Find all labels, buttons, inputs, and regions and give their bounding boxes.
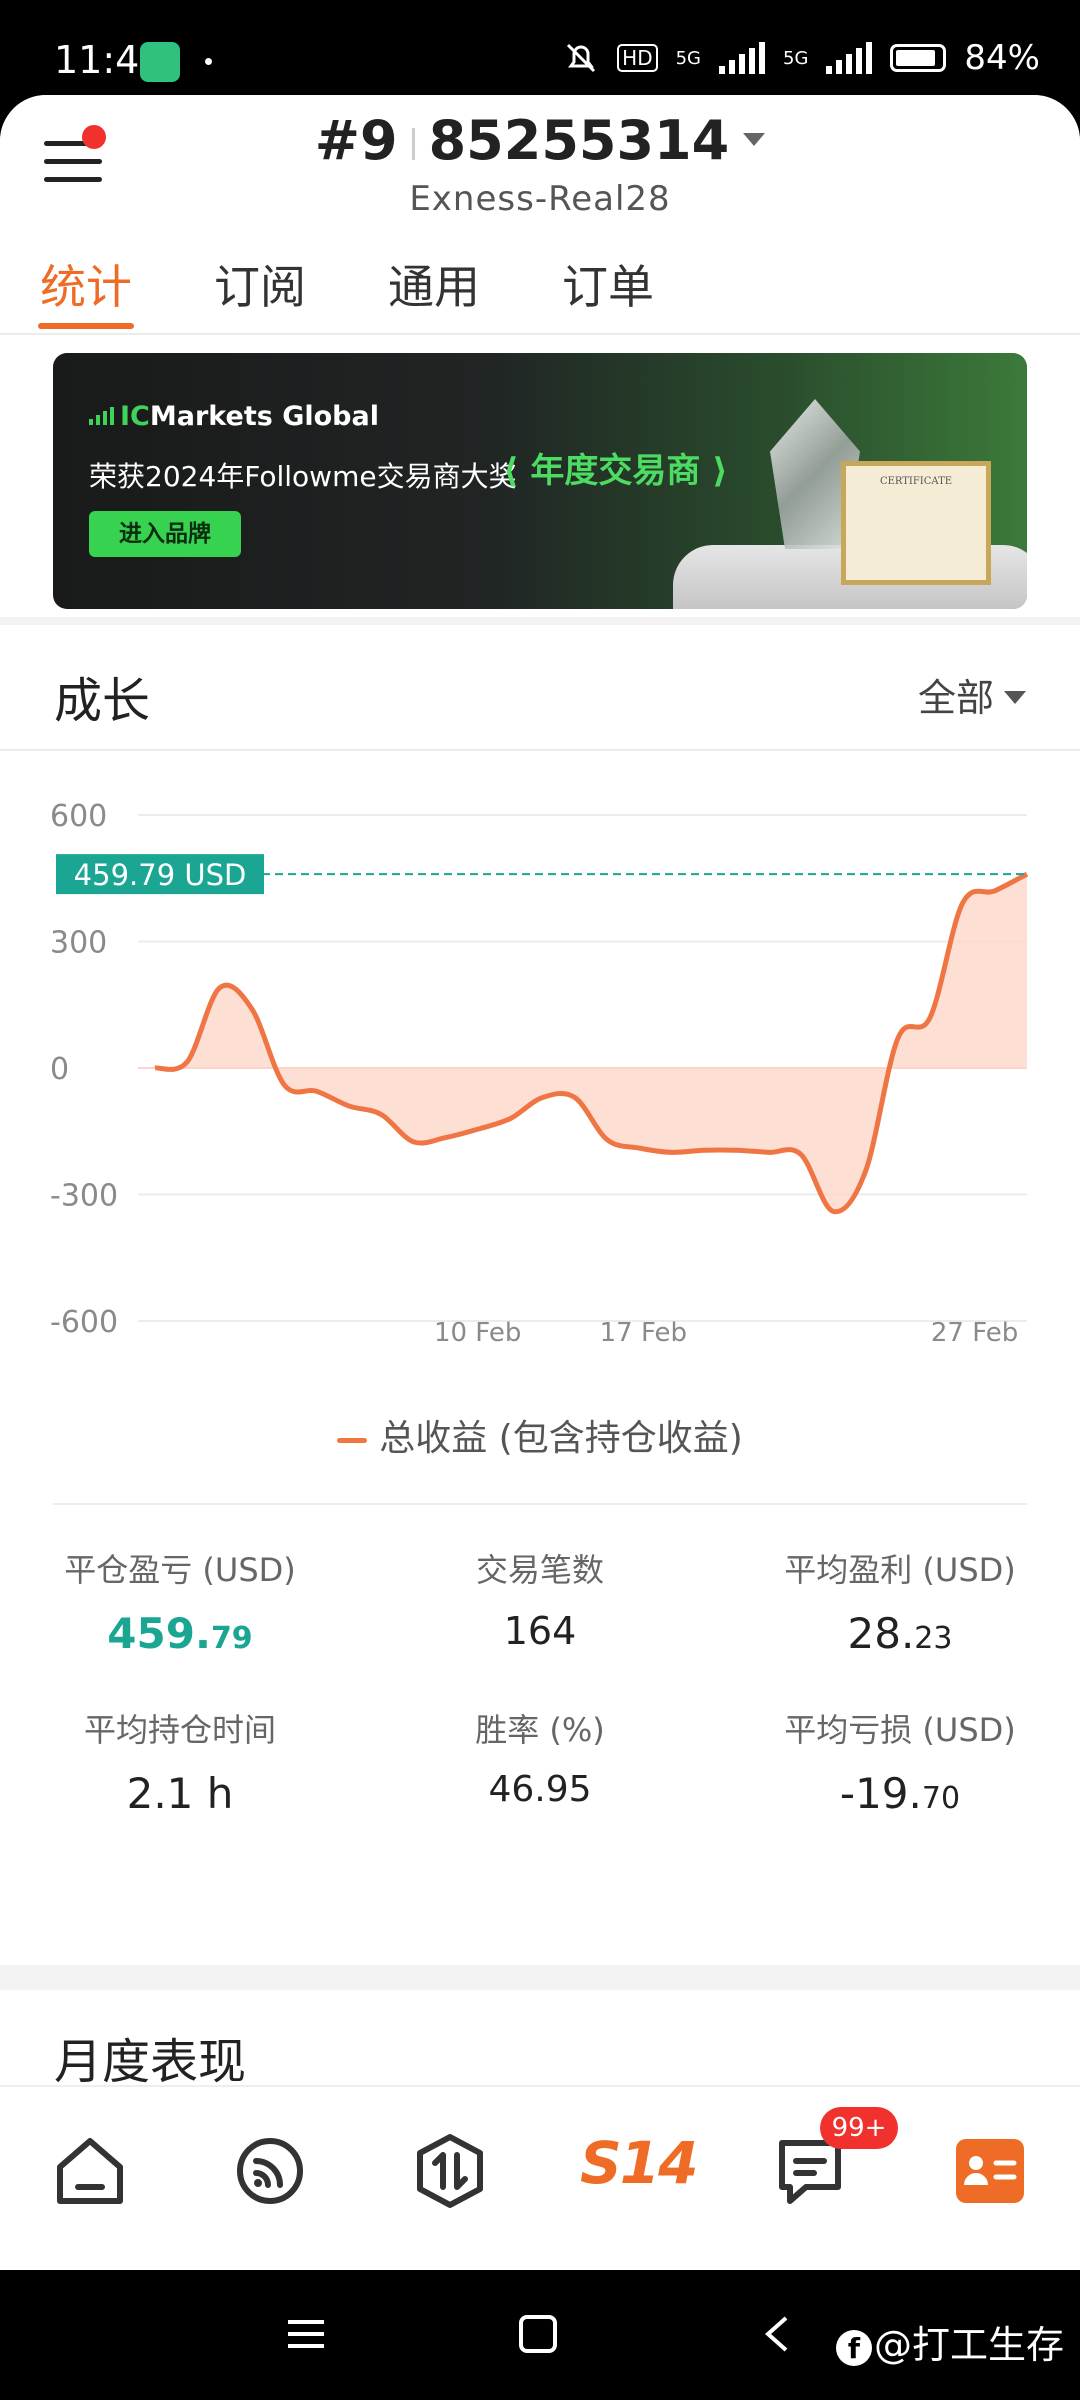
bottom-nav: S14 99+	[0, 2085, 1080, 2270]
stat-label: 平均盈利 (USD)	[784, 1551, 1016, 1589]
y-tick-label: 0	[50, 1052, 69, 1087]
network-label-1: 5G	[675, 47, 702, 69]
stat-label: 交易笔数	[475, 1551, 604, 1589]
signal-1-icon	[719, 42, 766, 74]
stat-avg-profit: 平均盈利 (USD) 28.23	[750, 1545, 1050, 1658]
s14-logo[interactable]: S14	[580, 2129, 698, 2197]
stat-value: 46.95	[488, 1769, 592, 1810]
account-server: Exness-Real28	[409, 179, 671, 219]
network-label-2: 5G	[783, 47, 809, 69]
stat-label: 平仓盈亏 (USD)	[64, 1551, 296, 1589]
x-tick-label: 17 Feb	[600, 1318, 687, 1345]
stat-win-rate: 胜率 (%) 46.95	[390, 1705, 690, 1810]
active-tab-indicator	[38, 323, 134, 329]
app-panel: #9 85255314 Exness-Real28 统计 订阅 通用 订单 ICM…	[0, 95, 1080, 2270]
legend-swatch	[337, 1437, 368, 1443]
y-tick-label: 300	[50, 926, 107, 961]
stats-divider	[53, 1503, 1027, 1505]
status-right: HD 5G 5G 84%	[563, 38, 1040, 78]
dropdown-caret-icon	[743, 132, 766, 146]
tab-orders[interactable]: 订单	[562, 251, 654, 317]
monthly-title: 月度表现	[54, 2034, 247, 2090]
header: #9 85255314 Exness-Real28 统计 订阅 通用 订单	[0, 95, 1080, 335]
stat-value: 28.23	[847, 1609, 953, 1658]
banner-award-badge: ⟨ 年度交易商 ⟩	[503, 451, 728, 491]
stat-value: 2.1 h	[126, 1769, 234, 1818]
home-button-icon[interactable]	[518, 2314, 558, 2354]
tab-general[interactable]: 通用	[388, 251, 480, 317]
series-line	[154, 871, 1029, 1215]
app-notification-icon	[140, 42, 180, 82]
hd-icon: HD	[617, 44, 658, 72]
y-tick-label: -300	[50, 1179, 118, 1214]
stat-trade-count: 交易笔数 164	[390, 1545, 690, 1653]
stat-avg-loss: 平均亏损 (USD) -19.70	[750, 1705, 1050, 1818]
growth-chart[interactable]: 600 300 0 -300 -600 10 Feb 17 Feb 27 Feb 459.79 …	[0, 785, 1080, 1345]
watermark: f @打工生存	[835, 2314, 1064, 2369]
notification-dot-icon	[205, 58, 212, 65]
stat-label: 平均亏损 (USD)	[784, 1711, 1016, 1749]
account-prefix: #9	[314, 109, 398, 172]
trade-icon[interactable]	[410, 2131, 490, 2211]
growth-card: 成长 全部 600 300 0 -300 -600 10 Feb 17 Feb 27 Feb 4…	[0, 625, 1080, 1965]
feed-icon[interactable]	[230, 2131, 310, 2211]
range-filter[interactable]: 全部	[918, 667, 1026, 722]
x-tick-label: 10 Feb	[434, 1318, 521, 1345]
promo-banner[interactable]: ICMarkets Global 荣获2024年Followme交易商大奖 ⟨ …	[53, 353, 1027, 609]
signal-2-icon	[826, 42, 873, 74]
card-divider	[0, 749, 1080, 751]
stat-value: 164	[503, 1609, 577, 1653]
battery-icon	[890, 44, 947, 72]
message-badge: 99+	[820, 2107, 898, 2149]
chart-legend: 总收益 (包含持仓收益)	[0, 1409, 1080, 1461]
tab-subscribe[interactable]: 订阅	[214, 251, 306, 317]
stat-value: -19.70	[839, 1769, 961, 1818]
certificate-image: CERTIFICATE	[841, 461, 991, 585]
facebook-icon: f	[835, 2329, 872, 2366]
battery-percent: 84%	[964, 38, 1040, 78]
home-icon[interactable]	[50, 2131, 130, 2211]
status-bar: 11:41 HD 5G 5G 84%	[0, 0, 1080, 95]
y-tick-label: 600	[50, 799, 107, 834]
profile-card-icon[interactable]	[950, 2131, 1030, 2211]
account-number: 85255314	[428, 109, 730, 172]
y-tick-label: -600	[50, 1305, 118, 1340]
x-tick-label: 27 Feb	[931, 1318, 1018, 1345]
dropdown-caret-icon	[1004, 691, 1026, 704]
tab-stats[interactable]: 统计	[40, 251, 132, 317]
stat-avg-hold-time: 平均持仓时间 2.1 h	[30, 1705, 330, 1818]
stat-closed-pnl: 平仓盈亏 (USD) 459.79	[30, 1545, 330, 1658]
mute-bell-icon	[567, 43, 596, 73]
stat-value: 459.79	[107, 1609, 253, 1658]
growth-title: 成长	[54, 673, 151, 729]
icmarkets-logo: ICMarkets Global	[89, 401, 379, 432]
legend-label: 总收益 (包含持仓收益)	[379, 1418, 743, 1459]
current-value-label: 459.79 USD	[74, 858, 247, 892]
stat-label: 平均持仓时间	[83, 1711, 276, 1749]
stat-label: 胜率 (%)	[475, 1711, 605, 1749]
banner-text: 荣获2024年Followme交易商大奖	[89, 460, 517, 493]
recent-apps-icon[interactable]	[286, 2314, 326, 2354]
enter-brand-button[interactable]: 进入品牌	[89, 511, 241, 557]
system-nav-bar: f @打工生存	[0, 2270, 1080, 2400]
account-selector[interactable]: #9 85255314	[0, 109, 1080, 172]
back-icon[interactable]	[758, 2314, 798, 2354]
